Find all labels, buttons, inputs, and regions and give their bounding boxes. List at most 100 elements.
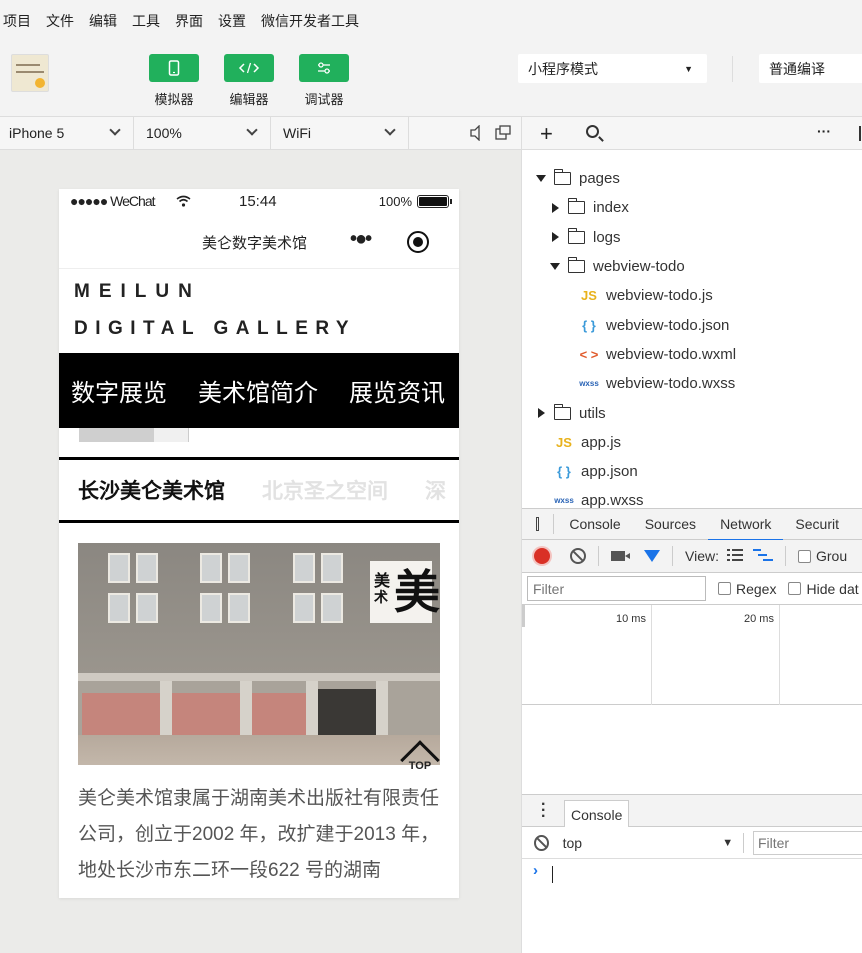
close-circle-icon[interactable] <box>407 231 429 253</box>
menu-wechat-devtools[interactable]: 微信开发者工具 <box>261 11 359 31</box>
simulator-button[interactable]: 模拟器 <box>149 54 199 108</box>
tree-item-label: utils <box>579 404 606 422</box>
zoom-select[interactable]: 100% <box>134 117 271 149</box>
network-filter-bar: Regex Hide dat <box>522 573 862 605</box>
regex-label: Regex <box>736 580 777 597</box>
tree-item-label: app.js <box>581 433 622 451</box>
tree-item-pages[interactable]: pages <box>522 164 862 193</box>
console-input-cursor[interactable] <box>552 866 553 883</box>
tree-item-index[interactable]: index <box>522 193 862 222</box>
caret-right-icon[interactable] <box>552 202 559 213</box>
status-time: 15:44 <box>239 193 277 210</box>
caret-down-icon: ▼ <box>722 836 734 849</box>
tree-item-webview-todo-wxml[interactable]: < > webview-todo.wxml <box>522 340 862 369</box>
avatar[interactable] <box>11 54 49 92</box>
tab-security[interactable]: Securit <box>795 508 839 540</box>
mode-select[interactable]: 小程序模式 ▼ <box>518 54 707 83</box>
record-icon[interactable] <box>534 548 550 564</box>
tree-item-label: pages <box>579 170 620 188</box>
caret-right-icon[interactable] <box>552 232 559 243</box>
clear-console-icon[interactable] <box>534 834 549 851</box>
editor-button[interactable]: 编辑器 <box>224 54 274 108</box>
tree-item-utils[interactable]: utils <box>522 398 862 427</box>
menu-tools[interactable]: 工具 <box>132 11 160 31</box>
menu-item-about[interactable]: 美术馆简介 <box>198 373 318 408</box>
back-to-top-button[interactable]: TOP <box>397 740 443 780</box>
caret-down-icon[interactable] <box>550 263 560 271</box>
console-drawer-tab[interactable]: Console <box>564 800 630 828</box>
thumbnail-strip <box>154 428 189 442</box>
list-view-icon[interactable] <box>726 548 743 565</box>
devtools-tabs: Console Sources Network Securit <box>522 508 862 541</box>
hide-data-urls-checkbox[interactable] <box>788 582 802 595</box>
tree-item-app-js[interactable]: JS app.js <box>522 428 862 457</box>
photo-window <box>293 553 315 583</box>
filter-funnel-icon[interactable] <box>644 550 660 562</box>
tab-more[interactable]: 深 <box>425 475 446 505</box>
caret-right-icon[interactable] <box>538 408 545 419</box>
menu-item-news[interactable]: 展览资讯 <box>349 373 445 408</box>
tree-item-webview-todo[interactable]: webview-todo <box>522 252 862 281</box>
screenshot-camera-icon[interactable] <box>611 551 630 561</box>
network-filter-input[interactable] <box>527 576 706 601</box>
device-model-select[interactable]: iPhone 5 <box>0 117 134 149</box>
context-select[interactable]: top ▼ <box>563 835 744 851</box>
toolbar-divider <box>784 546 786 566</box>
debugger-label: 调试器 <box>304 92 344 107</box>
tab-sources[interactable]: Sources <box>645 508 696 540</box>
phone-screen: ●●●●● WeChat 15:44 100% 美仑数字美术馆 •●• MEIL… <box>59 189 459 898</box>
wxss-file-icon: wxss <box>579 379 599 389</box>
regex-checkbox[interactable] <box>718 582 731 595</box>
photo-door <box>312 689 376 735</box>
search-icon[interactable] <box>586 125 599 138</box>
group-checkbox[interactable] <box>797 549 811 563</box>
tree-item-webview-todo-js[interactable]: JS webview-todo.js <box>522 281 862 310</box>
photo-pillar <box>160 681 172 735</box>
battery-indicator: 100% <box>378 194 452 209</box>
tab-changsha[interactable]: 长沙美仑美术馆 <box>78 475 225 505</box>
inspect-cursor-icon[interactable] <box>536 517 540 531</box>
photo-window <box>108 593 130 623</box>
menu-project[interactable]: 项目 <box>3 11 31 31</box>
battery-percent: 100% <box>378 194 412 209</box>
caret-down-icon[interactable] <box>536 175 546 183</box>
compile-select[interactable]: 普通编译 <box>759 54 862 83</box>
photo-window <box>228 593 250 623</box>
main-toolbar: 模拟器 编辑器 调试器 小程序模式 ▼ 普通编译 <box>0 38 862 116</box>
more-icon[interactable]: ··· <box>817 123 831 139</box>
network-timeline: 10 ms 20 ms <box>522 605 862 705</box>
detach-window-icon[interactable] <box>495 125 511 141</box>
tab-beijing[interactable]: 北京圣之空间 <box>262 475 388 505</box>
kebab-menu-icon[interactable]: · · · <box>541 797 546 825</box>
photo-window <box>136 593 158 623</box>
menu-view[interactable]: 界面 <box>175 11 203 31</box>
network-select[interactable]: WiFi <box>271 117 409 149</box>
tab-network[interactable]: Network <box>707 508 784 541</box>
tree-item-logs[interactable]: logs <box>522 223 862 252</box>
device-model-value: iPhone 5 <box>9 125 65 141</box>
tree-item-label: app.json <box>581 463 638 481</box>
network-value: WiFi <box>283 125 311 141</box>
console-filter-input[interactable] <box>752 830 862 855</box>
tab-console[interactable]: Console <box>569 508 620 540</box>
clear-icon[interactable] <box>570 548 586 564</box>
network-toolbar: View: Grou <box>522 540 862 573</box>
photo-window <box>108 553 130 583</box>
tree-item-label: webview-todo.js <box>606 287 713 305</box>
tree-item-webview-todo-json[interactable]: { } webview-todo.json <box>522 310 862 339</box>
menu-settings[interactable]: 设置 <box>218 11 246 31</box>
debugger-button[interactable]: 调试器 <box>299 54 349 108</box>
tree-item-app-json[interactable]: { } app.json <box>522 457 862 486</box>
speaker-icon[interactable] <box>469 125 483 141</box>
add-file-icon[interactable]: + <box>540 121 553 147</box>
js-file-icon: JS <box>581 288 597 304</box>
menu-file[interactable]: 文件 <box>46 11 74 31</box>
tree-item-webview-todo-wxss[interactable]: wxss webview-todo.wxss <box>522 369 862 398</box>
folder-open-icon <box>553 169 571 186</box>
waterfall-view-icon[interactable] <box>752 548 773 565</box>
simulator-area: ●●●●● WeChat 15:44 100% 美仑数字美术馆 •●• MEIL… <box>0 150 521 953</box>
menu-edit[interactable]: 编辑 <box>89 11 117 31</box>
more-dots-icon[interactable]: •●• <box>350 228 372 251</box>
mode-value: 小程序模式 <box>528 60 598 77</box>
menu-item-exhibitions[interactable]: 数字展览 <box>71 373 167 408</box>
